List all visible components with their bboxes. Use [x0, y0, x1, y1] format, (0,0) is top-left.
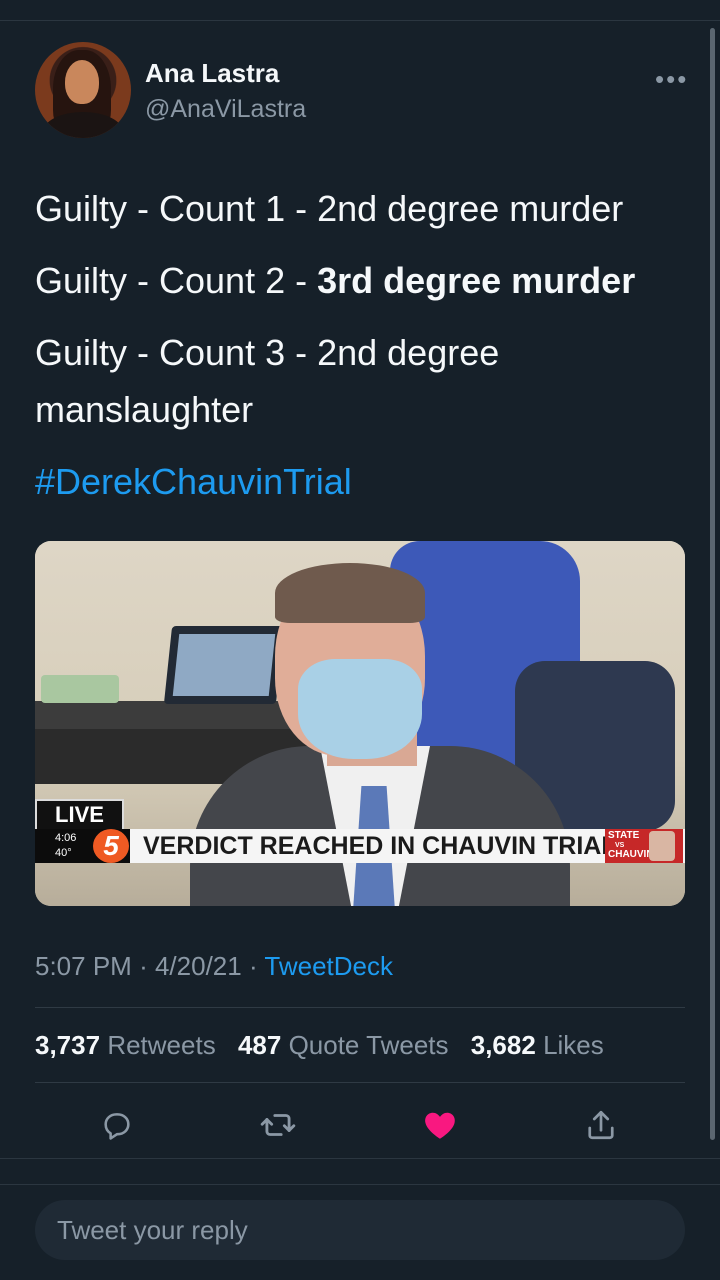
avatar-face — [65, 60, 99, 104]
divider-2 — [35, 1082, 685, 1083]
heart-icon — [425, 1112, 455, 1139]
tweet-date: 4/20/21 — [154, 951, 242, 981]
hashtag-link[interactable]: #DerekChauvinTrial — [35, 453, 695, 510]
tweet-line-3: Guilty - Count 3 - 2nd degree manslaught… — [35, 332, 500, 430]
state-vs-chauvin-badge: STATE VS CHAUVIN — [605, 829, 683, 863]
likes-label: Likes — [543, 1030, 604, 1060]
badge-bottom: CHAUVIN — [608, 849, 654, 860]
retweets-stat[interactable]: 3,737 Retweets — [35, 1030, 216, 1060]
divider-1 — [35, 1007, 685, 1008]
reply-bar-divider — [0, 1184, 720, 1185]
retweets-count: 3,737 — [35, 1030, 101, 1060]
retweet-button[interactable] — [253, 1100, 303, 1150]
hair — [275, 563, 425, 623]
reply-placeholder: Tweet your reply — [57, 1215, 248, 1245]
tweet-line-2-bold: 3rd degree murder — [317, 260, 636, 301]
tweet-line-1: Guilty - Count 1 - 2nd degree murder — [35, 188, 624, 229]
tweet-stats: 3,737 Retweets 487 Quote Tweets 3,682 Li… — [35, 1030, 604, 1061]
tweet-meta: 5:07 PM · 4/20/21 · TweetDeck — [35, 951, 393, 982]
share-icon — [588, 1110, 614, 1140]
retweets-label: Retweets — [107, 1030, 216, 1060]
quotes-stat[interactable]: 487 Quote Tweets — [238, 1030, 449, 1060]
reply-input[interactable]: Tweet your reply — [35, 1200, 685, 1260]
tweet-source-link[interactable]: TweetDeck — [264, 951, 393, 981]
like-button[interactable] — [415, 1100, 465, 1150]
avatar[interactable] — [35, 42, 131, 138]
face-mask — [298, 659, 422, 759]
scrollbar[interactable] — [710, 28, 715, 1140]
likes-stat[interactable]: 3,682 Likes — [471, 1030, 604, 1060]
share-button[interactable] — [576, 1100, 626, 1150]
meta-separator-2: · — [248, 951, 258, 981]
ticker-time: 4:06 — [55, 832, 77, 844]
tweet-detail-page: Ana Lastra @AnaViLastra ••• Guilty - Cou… — [0, 0, 720, 1280]
tweet-text: Guilty - Count 1 - 2nd degree murder Gui… — [35, 180, 695, 525]
quotes-label: Quote Tweets — [288, 1030, 449, 1060]
channel-logo: 5 — [93, 829, 129, 863]
more-icon[interactable]: ••• — [655, 64, 688, 95]
live-label: LIVE — [35, 799, 124, 831]
likes-count: 3,682 — [470, 1030, 536, 1060]
badge-photo — [649, 831, 675, 861]
ticker-temperature: 40° — [55, 847, 72, 859]
retweet-icon — [260, 1114, 296, 1136]
laptop-screen — [172, 634, 276, 696]
tissue-box — [41, 675, 119, 703]
quotes-count: 487 — [237, 1030, 282, 1060]
tweet-actions — [0, 1100, 720, 1150]
author-name[interactable]: Ana Lastra — [145, 58, 279, 89]
tweet-line-2-prefix: Guilty - Count 2 - — [35, 260, 318, 301]
top-divider — [0, 20, 720, 21]
laptop — [163, 626, 285, 704]
reply-button[interactable] — [92, 1100, 142, 1150]
tweet-media-image[interactable]: LIVE 4:06 40° 5 VERDICT REACHED IN CHAUV… — [35, 541, 685, 906]
meta-separator: · — [139, 951, 148, 981]
tweet-time: 5:07 PM — [35, 951, 132, 981]
reply-icon — [104, 1113, 130, 1140]
tweet-line-2: Guilty - Count 2 - 3rd degree murder — [35, 252, 695, 309]
ticker-headline: VERDICT REACHED IN CHAUVIN TRIAL — [143, 832, 617, 860]
badge-top: STATE — [608, 830, 640, 841]
bottom-divider — [0, 1158, 720, 1159]
news-ticker: 4:06 40° 5 VERDICT REACHED IN CHAUVIN TR… — [35, 829, 685, 863]
author-handle[interactable]: @AnaViLastra — [145, 95, 306, 124]
